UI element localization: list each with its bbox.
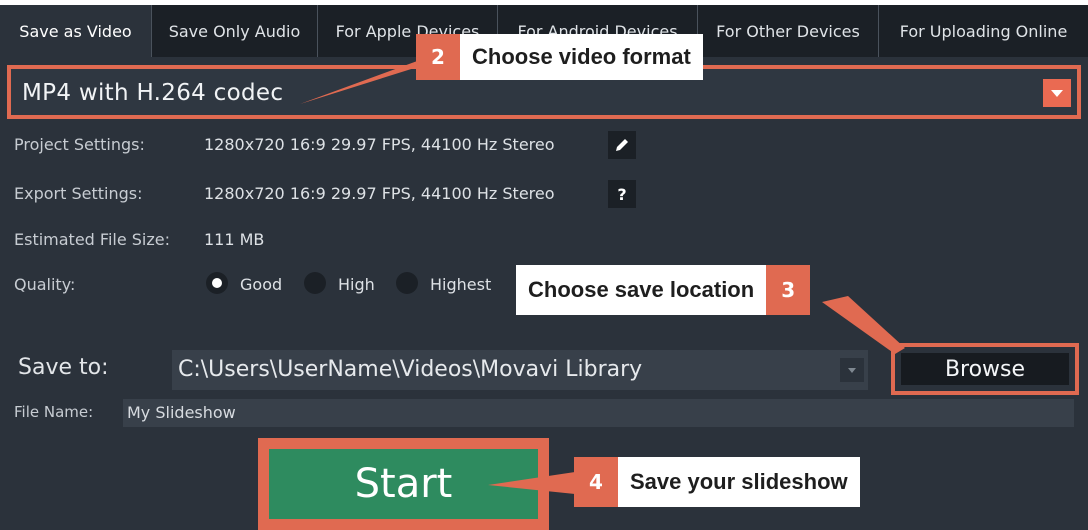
quality-highest-label: Highest bbox=[430, 275, 492, 294]
export-settings-label: Export Settings: bbox=[14, 184, 143, 203]
chevron-down-icon[interactable] bbox=[840, 358, 864, 382]
project-settings-value: 1280x720 16:9 29.97 FPS, 44100 Hz Stereo bbox=[204, 135, 555, 154]
callout-4-text: Save your slideshow bbox=[618, 457, 860, 507]
tab-other-devices[interactable]: For Other Devices bbox=[698, 5, 879, 57]
file-name-field[interactable]: My Slideshow bbox=[123, 399, 1074, 427]
quality-highest-radio[interactable] bbox=[396, 272, 418, 294]
quality-label: Quality: bbox=[14, 275, 76, 294]
callout-4-number: 4 bbox=[574, 457, 618, 507]
tab-save-as-video[interactable]: Save as Video bbox=[0, 5, 152, 57]
file-size-label: Estimated File Size: bbox=[14, 230, 171, 249]
pencil-icon[interactable] bbox=[608, 131, 636, 159]
project-settings-label: Project Settings: bbox=[14, 135, 145, 154]
browse-button[interactable]: Browse bbox=[901, 353, 1069, 385]
save-to-label: Save to: bbox=[18, 355, 109, 380]
quality-good-label: Good bbox=[240, 275, 283, 294]
save-path-field[interactable]: C:\Users\UserName\Videos\Movavi Library bbox=[172, 350, 868, 390]
save-path-value: C:\Users\UserName\Videos\Movavi Library bbox=[178, 357, 643, 382]
callout-2-number: 2 bbox=[416, 34, 460, 80]
export-settings-value: 1280x720 16:9 29.97 FPS, 44100 Hz Stereo bbox=[204, 184, 555, 203]
start-button[interactable]: Start bbox=[269, 449, 538, 519]
quality-good-radio[interactable] bbox=[206, 272, 228, 294]
file-name-label: File Name: bbox=[14, 403, 94, 421]
browse-button-frame: Browse bbox=[891, 343, 1079, 395]
chevron-down-icon[interactable] bbox=[1043, 79, 1071, 107]
callout-3-text: Choose save location bbox=[516, 265, 767, 315]
callout-2-text: Choose video format bbox=[460, 34, 703, 80]
tab-uploading-online[interactable]: For Uploading Online bbox=[879, 5, 1088, 57]
callout-3-number: 3 bbox=[766, 265, 811, 315]
quality-high-label: High bbox=[338, 275, 375, 294]
help-icon[interactable]: ? bbox=[608, 180, 636, 208]
callout-2: 2 Choose video format bbox=[416, 34, 703, 80]
quality-high-radio[interactable] bbox=[304, 272, 326, 294]
callout-4: 4 Save your slideshow bbox=[574, 457, 860, 507]
tab-save-only-audio[interactable]: Save Only Audio bbox=[152, 5, 318, 57]
format-value: MP4 with H.264 codec bbox=[22, 80, 284, 106]
callout-3: Choose save location 3 bbox=[516, 265, 811, 315]
start-button-frame: Start bbox=[258, 438, 549, 530]
file-name-value: My Slideshow bbox=[127, 403, 236, 422]
file-size-value: 111 MB bbox=[204, 230, 265, 249]
